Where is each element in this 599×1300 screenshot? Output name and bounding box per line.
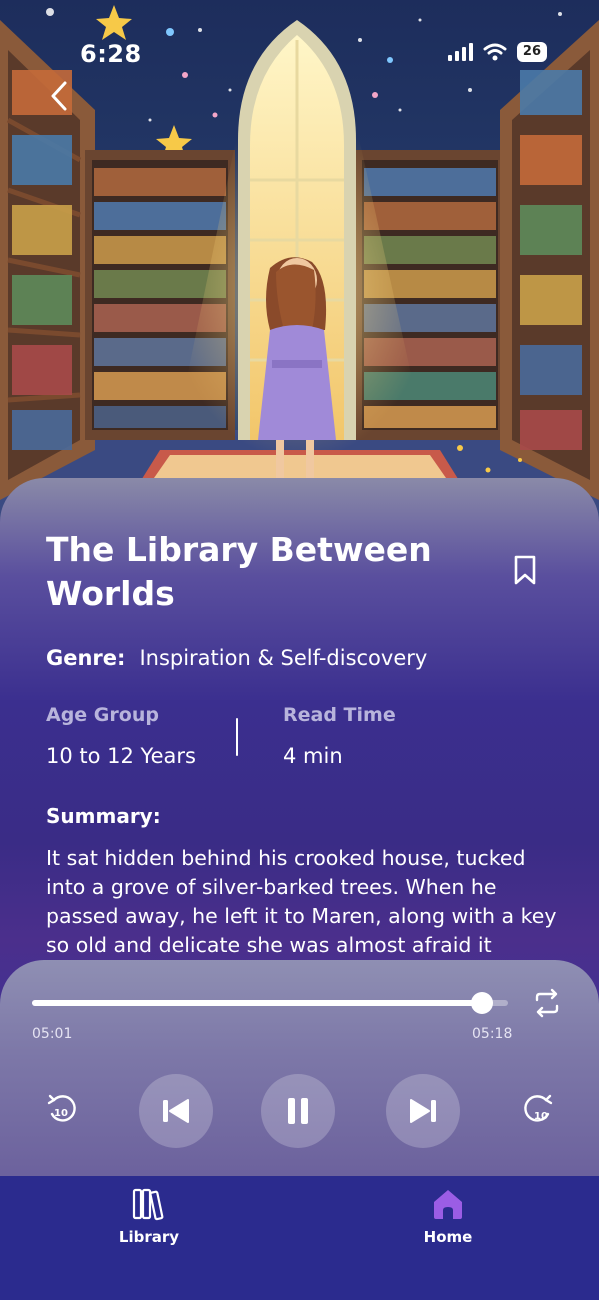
nav-item-home[interactable]: Home xyxy=(388,1186,508,1246)
chevron-left-icon xyxy=(51,81,67,111)
wifi-icon xyxy=(483,43,507,61)
books-icon xyxy=(132,1188,164,1221)
genre-label: Genre: xyxy=(46,646,126,670)
skip-next-icon xyxy=(410,1099,436,1123)
home-icon xyxy=(434,1190,462,1219)
forward-icon: 10 xyxy=(524,1094,553,1122)
read-time-label: Read Time xyxy=(283,704,396,726)
progress-thumb[interactable] xyxy=(471,992,494,1014)
battery-icon: 26 xyxy=(516,42,547,62)
duration: 05:18 xyxy=(472,1026,513,1042)
rewind-10-button[interactable]: 10 xyxy=(44,1092,78,1126)
forward-seconds: 10 xyxy=(534,1111,548,1122)
status-icons: 26 xyxy=(447,42,547,62)
bottom-navigation: Library Home xyxy=(0,1176,599,1300)
cellular-signal-icon xyxy=(447,43,473,61)
bookmark-button[interactable] xyxy=(510,552,540,588)
status-bar: 6:28 26 xyxy=(0,0,599,100)
age-group-value: 10 to 12 Years xyxy=(46,744,196,768)
bookmark-icon xyxy=(514,555,536,585)
pause-icon xyxy=(288,1098,308,1124)
audio-player: 05:01 05:18 10 10 xyxy=(0,960,599,1190)
meta-divider xyxy=(236,718,238,756)
genre-value: Inspiration & Self-discovery xyxy=(139,646,428,670)
rewind-icon: 10 xyxy=(47,1094,76,1122)
nav-item-library[interactable]: Library xyxy=(89,1186,209,1246)
progress-fill xyxy=(32,1000,483,1006)
age-group-label: Age Group xyxy=(46,704,159,726)
progress-slider[interactable] xyxy=(32,992,508,1014)
repeat-icon xyxy=(535,988,559,1018)
back-button[interactable] xyxy=(44,78,74,114)
forward-10-button[interactable]: 10 xyxy=(522,1092,556,1126)
pause-button[interactable] xyxy=(261,1074,335,1148)
nav-label-home: Home xyxy=(423,1228,473,1246)
nav-label-library: Library xyxy=(118,1228,180,1246)
repeat-button[interactable] xyxy=(532,988,562,1018)
summary-label: Summary: xyxy=(46,804,161,828)
previous-button[interactable] xyxy=(139,1074,213,1148)
genre-row: Genre: Inspiration & Self-discovery xyxy=(46,646,427,670)
current-time: 05:01 xyxy=(32,1026,73,1042)
next-button[interactable] xyxy=(386,1074,460,1148)
summary-text: It sat hidden behind his crooked house, … xyxy=(46,846,557,957)
rewind-seconds: 10 xyxy=(54,1108,68,1119)
story-title: The Library Between Worlds xyxy=(46,530,432,613)
status-time: 6:28 xyxy=(80,40,142,68)
skip-previous-icon xyxy=(163,1099,189,1123)
read-time-value: 4 min xyxy=(283,744,343,768)
